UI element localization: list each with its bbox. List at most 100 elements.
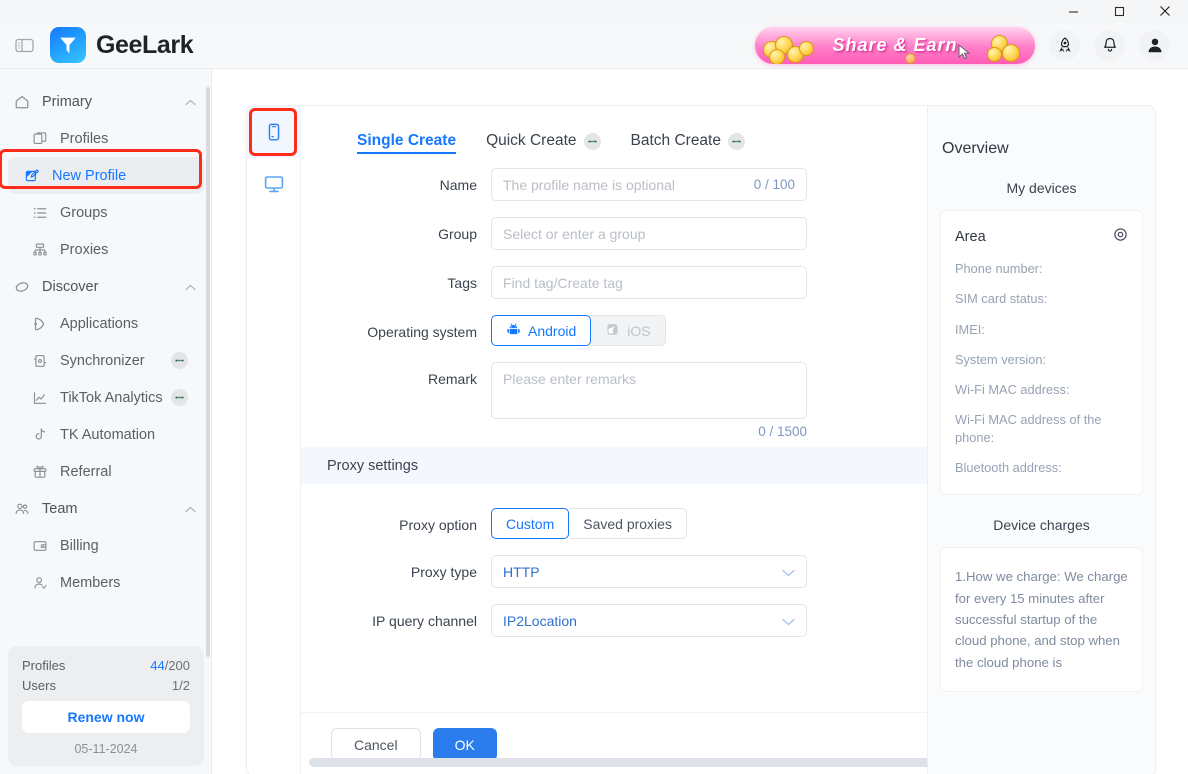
- device-field: System version:: [955, 351, 1047, 367]
- sidebar-item-applications[interactable]: Applications: [8, 305, 204, 342]
- sidebar-item-tiktok-analytics[interactable]: TikTok Analytics: [8, 379, 204, 416]
- sidebar-item-label: Profiles: [60, 130, 109, 147]
- beta-toggle-badge-icon: [171, 352, 188, 369]
- sidebar-item-billing[interactable]: Billing: [8, 527, 204, 564]
- renew-now-button[interactable]: Renew now: [22, 701, 190, 733]
- device-info-card: Area Phone number: SIM card status: IMEI…: [940, 210, 1143, 496]
- tab-label: Quick Create: [486, 132, 577, 149]
- window-maximize-button[interactable]: [1096, 0, 1142, 22]
- os-segmented-control: Android iOS: [491, 315, 666, 346]
- ip-query-channel-select[interactable]: IP2Location: [491, 604, 807, 637]
- tk-automation-icon: [30, 427, 50, 443]
- proxy-type-value: HTTP: [503, 563, 540, 580]
- phone-device-icon[interactable]: [247, 106, 301, 158]
- sidebar-item-proxies[interactable]: Proxies: [8, 231, 204, 268]
- sidebar-item-label: Proxies: [60, 241, 109, 258]
- sidebar-item-label: Members: [60, 574, 121, 591]
- new-profile-card: Single Create Quick Create Batch Create: [246, 105, 1156, 774]
- panel-toggle-icon[interactable]: [12, 33, 36, 57]
- rocket-icon[interactable]: [1049, 29, 1080, 61]
- field-label: Remark: [427, 371, 477, 387]
- device-field: Phone number:: [955, 261, 1043, 276]
- section-title: Proxy settings: [327, 457, 419, 474]
- bell-icon[interactable]: [1094, 29, 1125, 61]
- tab-single-create[interactable]: Single Create: [357, 132, 456, 150]
- android-icon: [506, 322, 521, 340]
- device-charges-title: Device charges: [993, 517, 1090, 534]
- sidebar-group-header-primary[interactable]: Primary: [0, 83, 212, 120]
- tiktok-analytics-icon: [30, 390, 50, 406]
- field-label: Proxy type: [410, 564, 477, 580]
- tags-input[interactable]: Find tag/Create tag: [491, 266, 807, 299]
- sidebar-item-label: Groups: [60, 204, 108, 221]
- sidebar-item-label: TK Automation: [60, 426, 156, 443]
- beta-toggle-badge-icon: [727, 132, 745, 150]
- proxy-option-segmented-control: Custom Saved proxies: [491, 508, 687, 539]
- proxy-option-label: Saved proxies: [583, 515, 672, 532]
- group-input[interactable]: Select or enter a group: [491, 217, 807, 250]
- tab-batch-create[interactable]: Batch Create: [631, 132, 745, 150]
- app-header: GeeLark Share & Earn: [0, 22, 1188, 69]
- sidebar-item-synchronizer[interactable]: Synchronizer: [8, 342, 204, 379]
- tab-quick-create[interactable]: Quick Create: [486, 132, 601, 150]
- home-icon: [12, 94, 32, 110]
- subscription-summary: Profiles 44/200 Users 1/2 Renew now 05-1…: [8, 646, 204, 766]
- desktop-device-icon[interactable]: [247, 158, 301, 210]
- referral-icon: [30, 464, 50, 480]
- location-pin-icon[interactable]: [1113, 227, 1128, 246]
- proxy-type-select[interactable]: HTTP: [491, 555, 807, 588]
- device-charges-text: 1.How we charge: We charge for every 15 …: [955, 569, 1128, 670]
- group-input-placeholder: Select or enter a group: [503, 225, 646, 242]
- brand-logo-group[interactable]: GeeLark: [50, 27, 194, 63]
- sidebar-group-label: Discover: [42, 278, 99, 295]
- name-input-placeholder: The profile name is optional: [503, 176, 675, 193]
- sidebar-item-new-profile[interactable]: New Profile: [0, 149, 204, 194]
- proxies-icon: [30, 242, 50, 258]
- profiles-quota-value: 44/200: [150, 658, 190, 673]
- share-and-earn-banner[interactable]: Share & Earn: [755, 26, 1035, 64]
- device-field: SIM card status:: [955, 291, 1048, 307]
- window-minimize-button[interactable]: [1050, 0, 1096, 22]
- sidebar-group-primary: Primary Profiles New Profile Groups Prox…: [0, 83, 212, 268]
- subscription-expiry-date: 05-11-2024: [74, 742, 138, 756]
- tags-input-placeholder: Find tag/Create tag: [503, 274, 623, 291]
- chevron-up-icon: [185, 500, 196, 518]
- overview-tab-my-devices[interactable]: My devices: [928, 158, 1155, 210]
- discover-icon: [12, 279, 32, 295]
- sidebar-item-referral[interactable]: Referral: [8, 453, 204, 490]
- proxy-option-saved-proxies[interactable]: Saved proxies: [569, 508, 687, 539]
- os-option-ios[interactable]: iOS: [591, 315, 666, 346]
- profiles-total: /200: [164, 658, 190, 673]
- profiles-quota-label: Profiles: [22, 658, 66, 673]
- field-label: Tags: [447, 275, 477, 291]
- sidebar-item-tk-automation[interactable]: TK Automation: [8, 416, 204, 453]
- name-input[interactable]: The profile name is optional 0 / 100: [491, 168, 807, 201]
- sidebar-item-label: Referral: [60, 463, 112, 480]
- sidebar-scrollbar[interactable]: [206, 87, 210, 657]
- tab-label: Single Create: [357, 132, 457, 149]
- sidebar-item-members[interactable]: Members: [8, 564, 204, 601]
- avatar-icon[interactable]: [1139, 29, 1170, 61]
- remark-textarea[interactable]: Please enter remarks: [491, 362, 807, 419]
- users-quota-value: 1/2: [171, 678, 190, 693]
- sidebar-item-groups[interactable]: Groups: [8, 194, 204, 231]
- profiles-used: 44: [150, 658, 165, 673]
- window-close-button[interactable]: [1142, 0, 1188, 22]
- tab-label: Batch Create: [630, 132, 721, 149]
- header-actions: Share & Earn: [755, 26, 1170, 64]
- area-row: Area: [955, 227, 1128, 246]
- sidebar-group-header-team[interactable]: Team: [0, 490, 212, 527]
- os-option-android[interactable]: Android: [491, 315, 592, 346]
- main-area: Single Create Quick Create Batch Create: [212, 69, 1188, 774]
- chevron-down-icon: [782, 613, 795, 629]
- os-option-label: iOS: [627, 322, 651, 339]
- sidebar-group-header-discover[interactable]: Discover: [0, 268, 212, 305]
- field-label: IP query channel: [372, 613, 477, 629]
- sidebar-item-label: Applications: [60, 315, 139, 332]
- sidebar-item-profiles[interactable]: Profiles: [8, 120, 204, 157]
- proxy-option-custom[interactable]: Custom: [491, 508, 570, 539]
- ok-button[interactable]: OK: [432, 728, 497, 761]
- team-icon: [12, 501, 32, 517]
- cancel-button[interactable]: Cancel: [331, 728, 421, 761]
- chevron-down-icon: [782, 564, 795, 580]
